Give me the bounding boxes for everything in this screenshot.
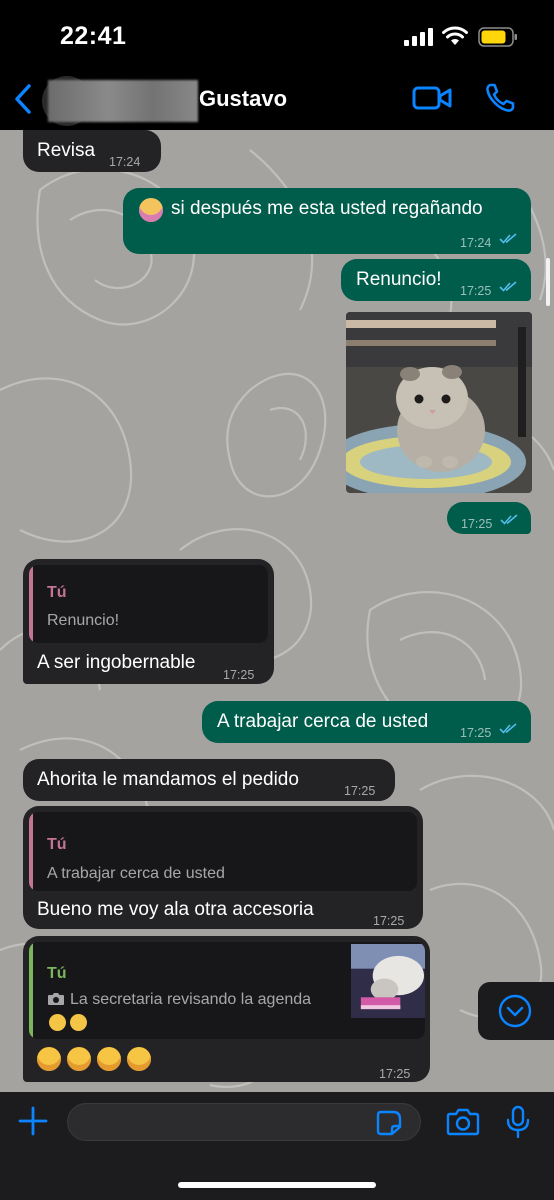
message-text: Renuncio! — [356, 269, 442, 290]
home-indicator — [178, 1182, 376, 1188]
kitten-photo[interactable] — [346, 312, 532, 493]
quote-text: La secretaria revisando la agenda — [70, 991, 312, 1008]
message-bubble-incoming[interactable]: Tú Renuncio! A ser ingobernable 17:25 — [23, 559, 274, 684]
message-bubble-outgoing[interactable]: A trabajar cerca de usted 17:25 — [202, 701, 531, 743]
photo-time-bubble: 17:25 — [447, 502, 531, 534]
quote-bar — [29, 942, 33, 1039]
read-receipt-icon — [500, 514, 518, 525]
camera-icon[interactable] — [446, 1108, 480, 1136]
quote-author: Tú — [47, 836, 67, 853]
quote-bar — [29, 565, 33, 643]
message-bubble-incoming[interactable]: Tú A trabajar cerca de usted Bueno me vo… — [23, 806, 423, 929]
chevron-down-circle-icon — [498, 994, 532, 1028]
message-time: 17:24 — [109, 155, 141, 169]
face-with-tears-of-joy-emoji — [127, 1047, 151, 1071]
microphone-icon[interactable] — [506, 1105, 530, 1139]
face-with-tears-of-joy-emoji — [67, 1047, 91, 1071]
message-time: 17:25 — [461, 517, 493, 531]
message-text: A trabajar cerca de usted — [217, 711, 429, 732]
sticker-icon[interactable] — [376, 1110, 402, 1136]
plus-icon[interactable] — [18, 1106, 48, 1136]
camera-icon — [48, 993, 64, 1005]
cellular-signal-icon — [404, 28, 433, 46]
message-text: si después me esta usted regañando — [171, 198, 483, 219]
video-call-icon[interactable] — [412, 84, 452, 112]
message-bubble-outgoing[interactable]: Renuncio! 17:25 — [341, 259, 531, 301]
quote-author: Tú — [47, 584, 67, 601]
battery-icon — [478, 27, 517, 47]
read-receipt-icon — [499, 233, 517, 244]
message-text: A ser ingobernable — [37, 652, 196, 673]
message-time: 17:24 — [460, 236, 492, 250]
message-text: Ahorita le mandamos el pedido — [37, 769, 299, 790]
scroll-to-bottom-button[interactable] — [478, 982, 554, 1040]
message-bubble-outgoing[interactable]: si después me esta usted regañando 17:24 — [123, 188, 531, 254]
message-bubble-incoming[interactable]: Ahorita le mandamos el pedido 17:25 — [23, 759, 395, 801]
message-bubble-incoming[interactable]: Tú La secretaria revisando la agenda 17:… — [23, 936, 430, 1082]
message-time: 17:25 — [460, 726, 492, 740]
quote-author: Tú — [47, 965, 67, 982]
chat-thread[interactable]: Revisa 17:24 si después me esta usted re… — [0, 130, 554, 1092]
status-bar: 22:41 — [0, 0, 554, 72]
chevron-left-icon[interactable] — [10, 82, 36, 116]
phone-call-icon[interactable] — [484, 82, 516, 114]
redacted-area — [48, 80, 198, 122]
read-receipt-icon — [499, 281, 517, 292]
quote-bar — [29, 812, 33, 891]
message-time: 17:25 — [373, 914, 405, 928]
message-bubble-incoming[interactable]: Revisa 17:24 — [23, 130, 161, 172]
message-text: Revisa — [37, 140, 96, 161]
scroll-indicator[interactable] — [546, 258, 550, 306]
cat-thumbnail[interactable] — [351, 944, 425, 1018]
face-with-tears-of-joy-emoji — [97, 1047, 121, 1071]
woman-tipping-hand-emoji — [139, 198, 163, 222]
read-receipt-icon — [499, 723, 517, 734]
face-with-tears-of-joy-emoji — [37, 1047, 61, 1071]
face-with-hand-over-mouth-emoji — [49, 1014, 66, 1031]
status-time: 22:41 — [60, 22, 127, 50]
quoted-message[interactable]: Tú Renuncio! — [29, 565, 268, 643]
message-input[interactable] — [67, 1103, 421, 1141]
message-time: 17:25 — [379, 1067, 411, 1081]
wifi-icon — [442, 26, 468, 45]
chat-header: Gustavo — [0, 72, 554, 130]
quoted-message[interactable]: Tú A trabajar cerca de usted — [29, 812, 417, 891]
message-input-bar — [0, 1092, 554, 1200]
message-time: 17:25 — [460, 284, 492, 298]
photo-message[interactable] — [346, 312, 532, 493]
message-text: Bueno me voy ala otra accesoria — [37, 899, 314, 920]
message-time: 17:25 — [223, 668, 255, 682]
message-time: 17:25 — [344, 784, 376, 798]
contact-name[interactable]: Gustavo — [199, 86, 287, 112]
smiling-face-with-hearts-emoji — [70, 1014, 87, 1031]
quote-text: Renuncio! — [47, 612, 120, 629]
quoted-message[interactable]: Tú La secretaria revisando la agenda — [29, 942, 425, 1039]
quote-text: A trabajar cerca de usted — [47, 865, 225, 882]
